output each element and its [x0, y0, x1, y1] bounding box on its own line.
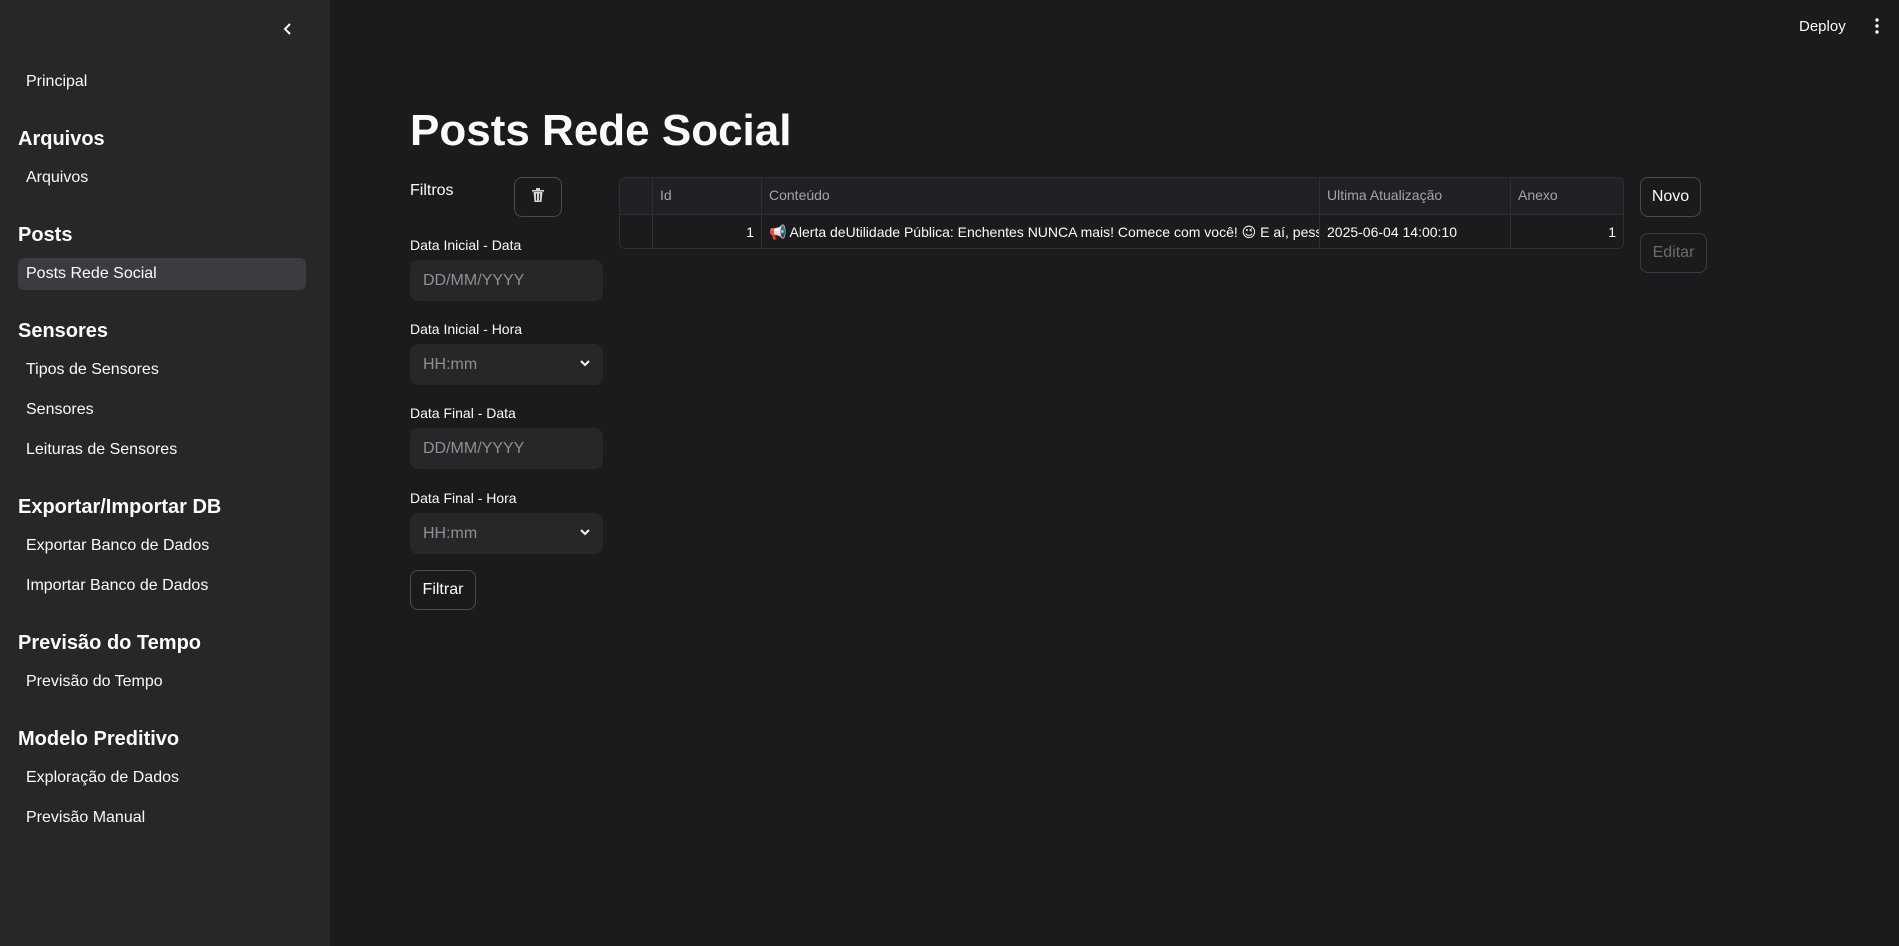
sidebar-item-exportar-banco[interactable]: Exportar Banco de Dados: [18, 530, 306, 562]
sidebar-section-exportar-importar: Exportar/Importar DB: [18, 496, 222, 518]
page-title: Posts Rede Social: [410, 106, 792, 155]
start-date-label: Data Inicial - Data: [410, 237, 522, 253]
sidebar-item-exploracao-de-dados[interactable]: Exploração de Dados: [18, 762, 306, 794]
end-time-select[interactable]: HH:mm: [410, 513, 603, 554]
column-header-ultima-atualizacao[interactable]: Ultima Atualização: [1320, 178, 1511, 214]
sidebar-section-modelo-preditivo: Modelo Preditivo: [18, 728, 180, 750]
sidebar-section-sensores: Sensores: [18, 320, 109, 342]
filters-label: Filtros: [410, 182, 454, 199]
edit-button[interactable]: Editar: [1640, 233, 1707, 273]
start-time-value: HH:mm: [423, 356, 478, 373]
kebab-menu-icon[interactable]: [1869, 17, 1885, 39]
clear-filters-button[interactable]: [514, 177, 562, 217]
end-time-label: Data Final - Hora: [410, 490, 517, 506]
chevron-down-icon: [579, 344, 591, 385]
start-date-input[interactable]: DD/MM/YYYY: [410, 260, 603, 301]
end-time-value: HH:mm: [423, 525, 478, 542]
cell-conteudo[interactable]: 📢 Alerta deUtilidade Pública: Enchentes …: [762, 215, 1320, 248]
end-date-label: Data Final - Data: [410, 405, 516, 421]
sidebar-item-posts-rede-social[interactable]: Posts Rede Social: [18, 258, 306, 290]
sidebar-item-principal[interactable]: Principal: [18, 66, 306, 98]
deploy-button[interactable]: Deploy: [1799, 18, 1846, 35]
cell-id[interactable]: 1: [653, 215, 762, 248]
new-button[interactable]: Novo: [1640, 177, 1701, 217]
sidebar-item-previsao-manual[interactable]: Previsão Manual: [18, 802, 306, 834]
table-header-row: Id Conteúdo Ultima Atualização Anexo: [620, 178, 1623, 214]
cell-ultima-atualizacao[interactable]: 2025-06-04 14:00:10: [1320, 215, 1511, 248]
row-index-cell[interactable]: [620, 215, 653, 248]
posts-table: Id Conteúdo Ultima Atualização Anexo 1 📢…: [619, 177, 1624, 249]
column-header-anexo[interactable]: Anexo: [1511, 178, 1623, 214]
end-date-input[interactable]: DD/MM/YYYY: [410, 428, 603, 469]
sidebar-item-leituras-de-sensores[interactable]: Leituras de Sensores: [18, 434, 306, 466]
sidebar-section-posts: Posts: [18, 224, 73, 246]
column-header-conteudo[interactable]: Conteúdo: [762, 178, 1320, 214]
sidebar: Principal Arquivos Arquivos Posts Posts …: [0, 0, 330, 946]
cell-anexo[interactable]: 1: [1511, 215, 1623, 248]
chevron-down-icon: [579, 513, 591, 554]
start-time-label: Data Inicial - Hora: [410, 321, 523, 337]
column-header-index[interactable]: [620, 178, 653, 214]
start-time-select[interactable]: HH:mm: [410, 344, 603, 385]
trash-icon: [530, 187, 546, 208]
sidebar-item-previsao-tempo[interactable]: Previsão do Tempo: [18, 666, 306, 698]
table-row[interactable]: 1 📢 Alerta deUtilidade Pública: Enchente…: [620, 214, 1623, 248]
sidebar-section-arquivos: Arquivos: [18, 128, 105, 150]
sidebar-item-sensores[interactable]: Sensores: [18, 394, 306, 426]
sidebar-item-tipos-de-sensores[interactable]: Tipos de Sensores: [18, 354, 306, 386]
chevron-left-icon[interactable]: [276, 18, 300, 42]
sidebar-item-arquivos[interactable]: Arquivos: [18, 162, 306, 194]
filter-button[interactable]: Filtrar: [410, 570, 476, 610]
sidebar-item-importar-banco[interactable]: Importar Banco de Dados: [18, 570, 306, 602]
sidebar-section-previsao-tempo: Previsão do Tempo: [18, 632, 202, 654]
column-header-id[interactable]: Id: [653, 178, 762, 214]
